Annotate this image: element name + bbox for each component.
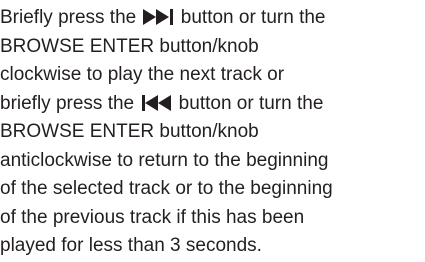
instruction-line-7: of the selected track or to the beginnin… — [0, 178, 333, 199]
instruction-text: button or turn the — [173, 92, 324, 114]
instruction-line-9: played for less than 3 seconds. — [0, 235, 262, 256]
instruction-line-1: Briefly press the button or turn the — [0, 4, 425, 33]
instruction-text: briefly press the — [0, 92, 140, 114]
skip-previous-icon — [140, 94, 172, 111]
instruction-line-8: of the previous track if this has been — [0, 206, 305, 228]
skip-next-icon — [142, 9, 175, 25]
instruction-line-6: anticlockwise to return to the beginning — [0, 149, 329, 171]
instruction-line-4: briefly press the button or turn the — [0, 90, 425, 119]
instruction-line-5: BROWSE ENTER button/knob — [0, 121, 259, 142]
instruction-text: Briefly press the — [0, 7, 142, 28]
instruction-line-3: clockwise to play the next track or — [0, 64, 285, 85]
instruction-paragraph: Briefly press the button or turn the BRO… — [0, 0, 425, 262]
instruction-line-2: BROWSE ENTER button/knob — [0, 35, 259, 57]
instruction-text: button or turn the — [175, 7, 326, 28]
